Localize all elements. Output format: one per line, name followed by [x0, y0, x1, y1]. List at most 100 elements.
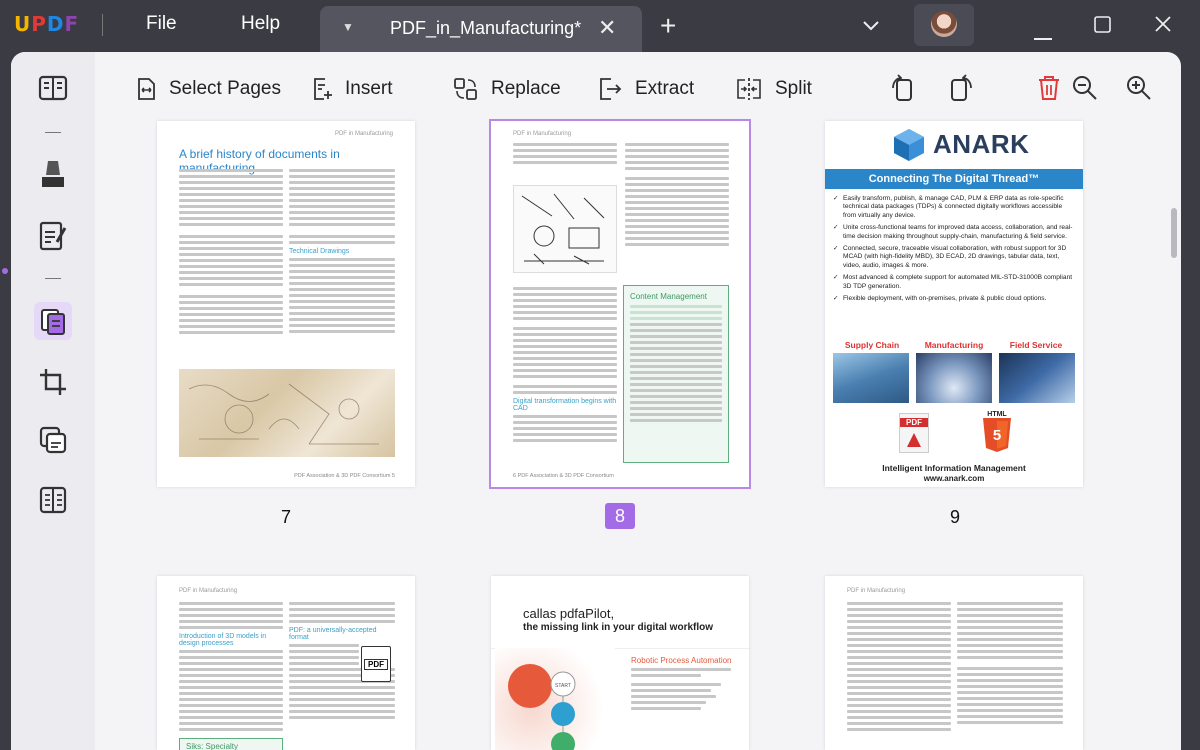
anark-tagline: Intelligent Information Management — [882, 463, 1026, 473]
anark-url: www.anark.com — [923, 474, 985, 483]
technical-drawing-image — [513, 185, 617, 273]
page-footer: PDF Association & 3D PDF Consortium 5 — [294, 473, 395, 479]
document-tab[interactable]: ▼ PDF_in_Manufacturing* ✕ — [320, 6, 642, 52]
split-label: Split — [775, 78, 812, 99]
chevron-down-icon[interactable] — [862, 12, 880, 38]
start-label: START — [555, 683, 571, 689]
edit-pdf-icon[interactable] — [35, 218, 71, 254]
extract-icon — [600, 78, 622, 100]
manufacturing-image — [916, 353, 992, 403]
new-tab-icon[interactable]: + — [660, 10, 676, 42]
zoom-in-icon[interactable] — [1125, 74, 1153, 107]
replace-label: Replace — [491, 78, 561, 99]
replace-icon — [454, 78, 477, 100]
workflow-diagram: START — [495, 648, 615, 750]
title-bar: UPDF File Help ▼ PDF_in_Manufacturing* ✕… — [0, 0, 1200, 52]
supply-chain-image — [833, 353, 909, 403]
page-thumbnail-7[interactable]: PDF in Manufacturing A brief history of … — [157, 121, 415, 487]
bullet-item: Easily transform, publish, & manage CAD,… — [843, 195, 1064, 219]
anark-brand: ANARK — [933, 129, 1030, 159]
menu-file[interactable]: File — [146, 13, 177, 35]
anark-cube-icon — [891, 127, 927, 163]
avatar[interactable] — [914, 4, 974, 46]
page-thumbnail-9[interactable]: ANARK Connecting The Digital Thread™ ✓ Ea… — [825, 121, 1083, 487]
field-service-image — [999, 353, 1075, 403]
select-pages-button[interactable]: Select Pages — [135, 74, 281, 104]
select-pages-icon — [138, 78, 155, 100]
check-icon: ✓ — [833, 274, 839, 282]
rpa-title: Robotic Process Automation — [631, 656, 732, 665]
insert-button[interactable]: Insert — [311, 74, 393, 104]
bullet-item: Unite cross-functional teams for improve… — [843, 224, 1073, 240]
box-title: Siks: Specialty Chemicals — [179, 738, 283, 750]
page-footer: 6 PDF Association & 3D PDF Consortium — [513, 473, 614, 479]
check-icon: ✓ — [833, 195, 839, 202]
html5-icon: HTML 5 — [981, 411, 1013, 453]
scrollbar-thumb[interactable] — [1171, 208, 1177, 258]
zoom-out-icon[interactable] — [1071, 74, 1099, 107]
page-subheading: Technical Drawings — [289, 248, 350, 255]
extract-label: Extract — [635, 78, 695, 99]
page-toolbar: Select Pages Insert Replace Extract Spli… — [95, 52, 1181, 126]
check-icon: ✓ — [833, 245, 839, 253]
minimize-icon[interactable] — [1034, 22, 1052, 48]
page-subheading: Introduction of 3D models in design proc… — [179, 633, 267, 647]
svg-text:5: 5 — [993, 427, 1001, 444]
split-icon — [737, 78, 761, 100]
app-logo: UPDF — [14, 12, 80, 36]
left-toolbar — [11, 52, 95, 750]
replace-button[interactable]: Replace — [453, 74, 561, 104]
app-body: Select Pages Insert Replace Extract Spli… — [11, 52, 1181, 750]
organize-pages-icon[interactable] — [34, 302, 72, 340]
page-thumbnail-11[interactable]: callas pdfaPilot, the missing link in yo… — [491, 576, 749, 750]
reader-icon[interactable] — [35, 70, 71, 106]
rotate-right-icon[interactable] — [947, 74, 975, 109]
split-button[interactable]: Split — [735, 74, 812, 104]
extract-button[interactable]: Extract — [597, 74, 694, 104]
bullet-item: Flexible deployment, with on-premises, p… — [843, 295, 1047, 303]
form-icon[interactable] — [35, 482, 71, 518]
callas-brand-line2: the missing link in your digital workflo… — [523, 622, 714, 633]
delete-icon[interactable] — [1037, 74, 1061, 107]
content-management-box: Content Management — [623, 285, 729, 463]
pdf-file-icon: PDF — [899, 413, 929, 453]
tab-dropdown-icon[interactable]: ▼ — [342, 20, 354, 34]
check-icon: ✓ — [833, 295, 839, 303]
select-pages-label: Select Pages — [169, 78, 281, 99]
rotate-left-icon[interactable] — [889, 74, 917, 109]
page-number-8: 8 — [605, 503, 635, 529]
page-header: PDF in Manufacturing — [513, 131, 572, 137]
anark-banner: Connecting The Digital Thread™ — [825, 169, 1083, 189]
page-number-9: 9 — [949, 507, 960, 527]
page-number-7: 7 — [280, 507, 291, 527]
title-divider — [102, 14, 103, 36]
page-header: PDF in Manufacturing — [847, 588, 906, 594]
column-manufacturing: Manufacturing — [924, 340, 984, 350]
crop-icon[interactable] — [35, 364, 71, 400]
bullet-item: Most advanced & complete support for aut… — [843, 274, 1073, 290]
manuscript-image — [179, 369, 395, 457]
page-header: PDF in Manufacturing — [179, 588, 238, 594]
page-subheading: Digital transformation begins with CAD — [513, 398, 617, 412]
tab-title: PDF_in_Manufacturing* — [390, 18, 582, 38]
insert-icon — [314, 78, 332, 100]
bullet-item: Connected, secure, traceable visual coll… — [843, 245, 1067, 269]
comment-icon[interactable] — [35, 156, 71, 192]
column-field-service: Field Service — [1009, 340, 1063, 350]
box-title: Content Management — [630, 292, 707, 301]
maximize-icon[interactable] — [1094, 14, 1112, 40]
menu-help[interactable]: Help — [241, 13, 280, 35]
pdf-document-icon: PDF — [361, 646, 391, 682]
page-subheading-2: PDF: a universally-accepted format — [289, 627, 377, 641]
tab-close-icon[interactable]: ✕ — [598, 15, 616, 41]
callas-brand-line1: callas pdfaPilot, — [523, 606, 615, 621]
page-thumbnail-12[interactable]: PDF in Manufacturing — [825, 576, 1083, 750]
page-thumbnail-8[interactable]: PDF in Manufacturing Digital transformat… — [489, 119, 751, 489]
insert-label: Insert — [345, 78, 393, 99]
layers-icon[interactable] — [35, 422, 71, 458]
page-thumbnail-10[interactable]: PDF in Manufacturing Introduction of 3D … — [157, 576, 415, 750]
column-supply-chain: Supply Chain — [844, 340, 900, 350]
page-header: PDF in Manufacturing — [334, 131, 393, 137]
check-icon: ✓ — [833, 224, 839, 232]
close-window-icon[interactable] — [1154, 13, 1172, 39]
